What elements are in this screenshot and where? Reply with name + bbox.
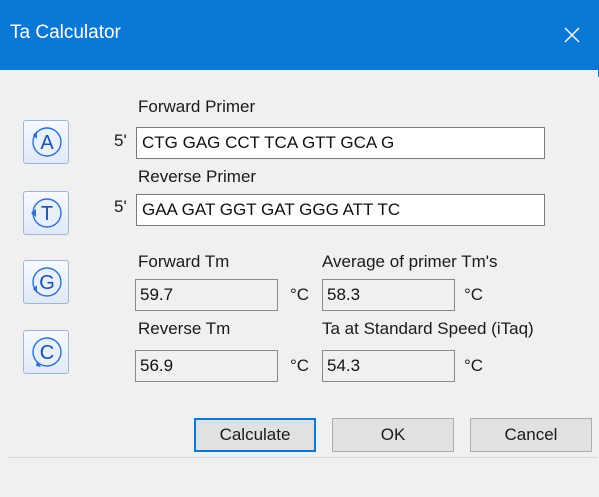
forward-primer-label: Forward Primer <box>138 97 256 116</box>
base-t-letter: T <box>41 203 53 225</box>
reverse-tm-unit: °C <box>290 356 310 375</box>
average-tm-field: 58.3 <box>322 279 455 311</box>
reverse-primer-label: Reverse Primer <box>138 167 257 186</box>
title-bar: Ta Calculator <box>0 0 599 77</box>
base-a-button[interactable]: A <box>23 120 69 164</box>
forward-tm-field: 59.7 <box>135 279 278 311</box>
forward-tm-label: Forward Tm <box>138 252 230 271</box>
forward-primer-input[interactable]: CTG GAG CCT TCA GTT GCA G <box>136 127 545 159</box>
window-title: Ta Calculator <box>10 22 121 43</box>
base-t-button[interactable]: T <box>23 191 69 235</box>
ta-label: Ta at Standard Speed (iTaq) <box>322 319 534 338</box>
average-tm-label: Average of primer Tm's <box>322 252 498 271</box>
average-tm-unit: °C <box>464 285 484 304</box>
base-a-letter: A <box>40 132 54 154</box>
reverse-tm-field: 56.9 <box>135 350 278 382</box>
forward-five-prime-label: 5' <box>114 131 127 150</box>
base-c-letter: C <box>40 342 54 364</box>
ta-field: 54.3 <box>322 350 455 382</box>
base-c-button[interactable]: C <box>23 330 69 374</box>
base-g-icon: G <box>32 267 62 297</box>
reverse-five-prime-label: 5' <box>114 197 127 216</box>
base-g-button[interactable]: G <box>23 260 69 304</box>
base-g-letter: G <box>39 272 55 294</box>
ta-unit: °C <box>464 356 484 375</box>
base-c-icon: C <box>32 337 62 367</box>
base-t-icon: T <box>31 198 62 228</box>
cancel-button[interactable]: Cancel <box>470 418 592 452</box>
reverse-primer-input[interactable]: GAA GAT GGT GAT GGG ATT TC <box>136 194 545 226</box>
close-icon <box>564 27 580 43</box>
close-button[interactable] <box>545 0 599 70</box>
reverse-tm-label: Reverse Tm <box>138 319 231 338</box>
base-a-icon: A <box>32 127 62 157</box>
ok-button[interactable]: OK <box>332 418 454 452</box>
calculate-button[interactable]: Calculate <box>194 418 316 452</box>
forward-tm-unit: °C <box>290 285 310 304</box>
status-strip <box>8 457 598 497</box>
